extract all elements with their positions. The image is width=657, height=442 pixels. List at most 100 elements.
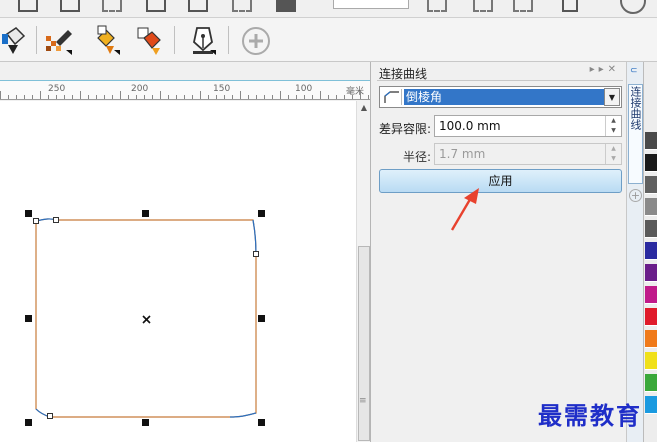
drawing-canvas[interactable]: [0, 101, 356, 442]
toolbar-button-partial[interactable]: [102, 0, 122, 12]
tab-join-curves-label[interactable]: 连接曲线: [628, 86, 642, 130]
spin-down-icon[interactable]: ▼: [606, 126, 621, 136]
spin-down-icon: ▼: [611, 155, 616, 162]
toolbar-separator: [174, 26, 175, 54]
scroll-up-icon[interactable]: ▲: [358, 103, 370, 115]
apply-button[interactable]: 应用: [379, 169, 622, 193]
palette-swatch[interactable]: [645, 374, 657, 392]
ruler-tick: [152, 95, 153, 99]
horizontal-ruler[interactable]: 250 200 150 100 毫米: [0, 80, 370, 100]
toolbar-button-partial[interactable]: [473, 0, 493, 12]
dropdown-arrow-icon[interactable]: ▼: [604, 88, 620, 106]
scroll-thumb[interactable]: [358, 246, 370, 441]
attributes-eyedropper-icon[interactable]: [44, 24, 74, 56]
ruler-tick: [8, 95, 9, 99]
toolbar-button-partial[interactable]: [60, 0, 80, 12]
ruler-tick: [256, 95, 257, 99]
palette-swatch[interactable]: [645, 242, 657, 260]
palette-swatch[interactable]: [645, 330, 657, 348]
toolbar-button-partial[interactable]: [276, 0, 296, 12]
ruler-tick: [368, 95, 369, 99]
palette-swatch[interactable]: [645, 154, 657, 172]
radius-spinbox: 1.7 mm ▲ ▼: [434, 143, 622, 165]
curve-node[interactable]: [53, 217, 59, 223]
ruler-label: 250: [48, 84, 66, 94]
ruler-tick: [320, 91, 321, 99]
close-icon[interactable]: ✕: [608, 64, 620, 75]
expand-icon[interactable]: ▸▸: [590, 64, 608, 75]
toolbar-button-partial[interactable]: [146, 0, 166, 12]
ruler-tick: [16, 95, 17, 99]
tolerance-spin-buttons[interactable]: ▲ ▼: [605, 116, 621, 136]
pen-outline-icon[interactable]: [188, 24, 218, 56]
palette-swatch[interactable]: [645, 286, 657, 304]
toolbar-input-partial[interactable]: [333, 0, 409, 9]
tolerance-spinbox[interactable]: 100.0 mm ▲ ▼: [434, 115, 622, 137]
ruler-tick: [272, 95, 273, 99]
ruler-tick: [224, 95, 225, 99]
join-mode-value: 倒棱角: [404, 89, 604, 105]
toolbar-help-partial[interactable]: [620, 0, 646, 14]
apply-attributes-icon[interactable]: [92, 24, 122, 56]
palette-swatch[interactable]: [645, 396, 657, 414]
ruler-tick: [192, 95, 193, 99]
ruler-tick: [304, 95, 305, 99]
palette-swatch[interactable]: [645, 176, 657, 194]
selection-handle[interactable]: [258, 315, 265, 322]
ruler-tick: [360, 91, 361, 99]
spin-up-icon[interactable]: ▲: [606, 116, 621, 126]
ruler-label: 100: [295, 84, 313, 94]
selection-handle[interactable]: [142, 419, 149, 426]
watermark-text: 最需教育: [538, 401, 642, 430]
ruler-tick: [32, 95, 33, 99]
palette-swatch[interactable]: [645, 220, 657, 238]
curve-node[interactable]: [33, 218, 39, 224]
toolbar-separator: [228, 26, 229, 54]
ruler-tick: [352, 95, 353, 99]
selection-handle[interactable]: [25, 315, 32, 322]
radius-spin-buttons: ▲ ▼: [605, 144, 621, 164]
radius-label: 半径:: [403, 150, 432, 164]
toolbar-button-partial[interactable]: [232, 0, 252, 12]
fill-bucket-icon[interactable]: [2, 24, 32, 56]
ruler-tick: [328, 95, 329, 99]
selection-handle[interactable]: [25, 419, 32, 426]
ruler-tick: [264, 95, 265, 99]
toolbar-button-partial[interactable]: [513, 0, 533, 12]
palette-swatch[interactable]: [645, 352, 657, 370]
ruler-tick: [296, 95, 297, 99]
vertical-scrollbar[interactable]: ▲ ≡: [356, 101, 370, 442]
palette-swatch[interactable]: [645, 132, 657, 150]
color-eyedropper-icon[interactable]: [134, 24, 164, 56]
palette-swatch[interactable]: [645, 198, 657, 216]
tab-expand-icon[interactable]: ⊂: [630, 66, 638, 76]
color-palette[interactable]: [643, 62, 657, 442]
palette-swatch[interactable]: [645, 308, 657, 326]
ruler-tick: [312, 95, 313, 99]
rectangle-shape[interactable]: [0, 101, 356, 442]
ruler-tick: [144, 95, 145, 99]
selection-handle[interactable]: [25, 210, 32, 217]
ruler-tick: [216, 95, 217, 99]
ruler-tick: [240, 91, 241, 99]
tolerance-value[interactable]: 100.0 mm: [439, 119, 501, 133]
ruler-tick: [96, 95, 97, 99]
ruler-tick: [160, 91, 161, 99]
toolbar-button-partial[interactable]: [427, 0, 447, 12]
add-docker-icon[interactable]: +: [629, 189, 642, 202]
curve-node[interactable]: [253, 251, 259, 257]
add-tool-icon[interactable]: [240, 24, 270, 56]
docker-controls[interactable]: ▸▸✕: [590, 64, 620, 75]
selection-handle[interactable]: [258, 210, 265, 217]
curve-node[interactable]: [47, 413, 53, 419]
selection-handle[interactable]: [142, 210, 149, 217]
toolbar-button-partial[interactable]: [188, 0, 208, 12]
ruler-tick: [72, 95, 73, 99]
selection-handle[interactable]: [258, 419, 265, 426]
toolbar-button-partial[interactable]: [18, 0, 38, 12]
palette-swatch[interactable]: [645, 264, 657, 282]
toolbar-button-partial[interactable]: [562, 0, 578, 12]
ruler-tick: [40, 91, 41, 99]
ruler-tick: [120, 91, 121, 99]
join-mode-select[interactable]: 倒棱角 ▼: [379, 86, 622, 108]
